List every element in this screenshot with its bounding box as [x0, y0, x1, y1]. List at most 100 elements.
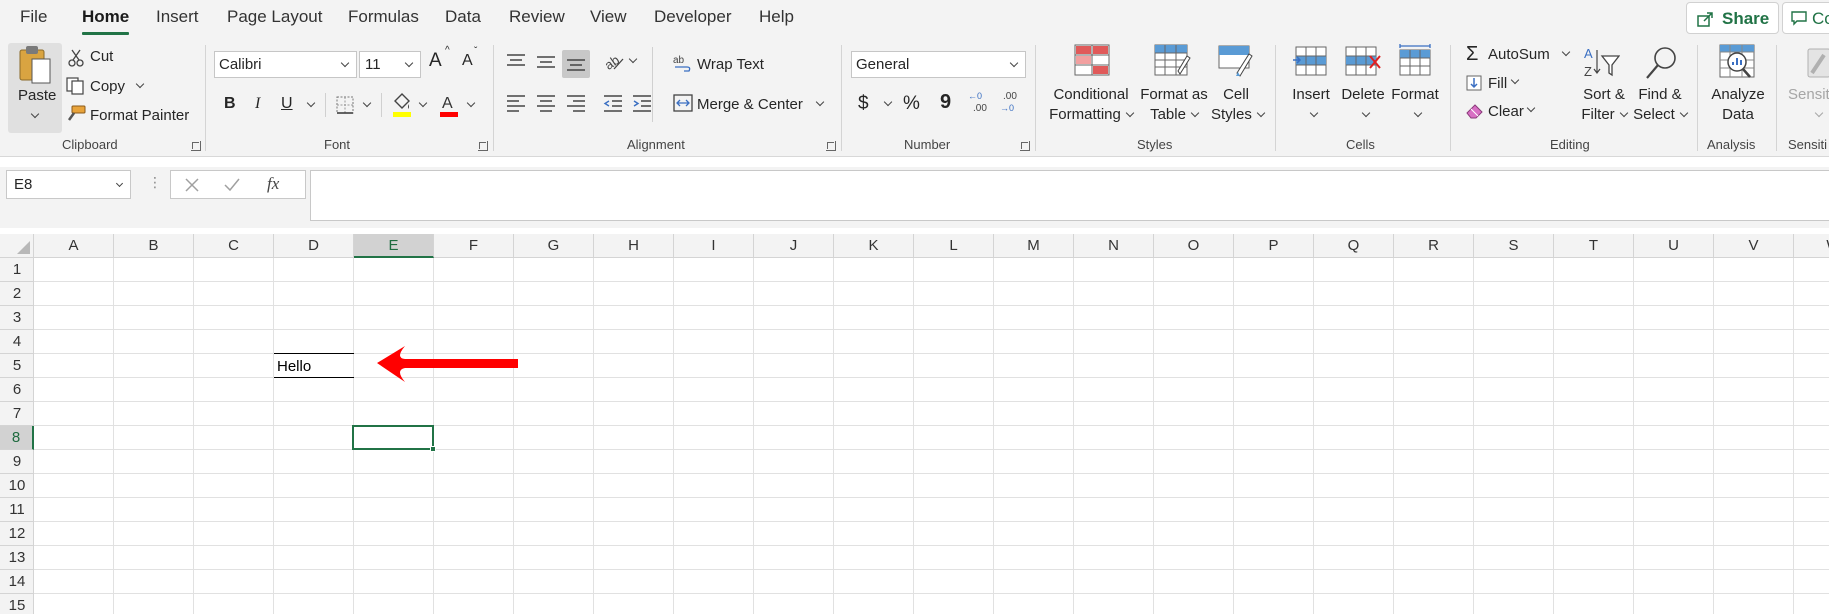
- clipboard-launcher-icon[interactable]: [191, 141, 201, 151]
- align-left-icon[interactable]: [505, 93, 527, 113]
- column-header-m[interactable]: M: [994, 234, 1074, 258]
- fill-button[interactable]: Fill: [1488, 75, 1507, 92]
- column-header-u[interactable]: U: [1634, 234, 1714, 258]
- merge-center-button[interactable]: Merge & Center: [697, 96, 803, 113]
- tab-home[interactable]: Home: [82, 7, 129, 27]
- merge-center-dropdown[interactable]: [815, 97, 825, 107]
- format-painter-button[interactable]: Format Painter: [90, 107, 189, 124]
- enter-icon[interactable]: [223, 177, 241, 193]
- column-header-k[interactable]: K: [834, 234, 914, 258]
- more-options-icon[interactable]: ⋮: [148, 174, 162, 191]
- cell-d5[interactable]: Hello: [277, 358, 311, 375]
- column-header-e[interactable]: E: [354, 234, 434, 258]
- cell-styles-button[interactable]: Cell Styles: [1211, 85, 1266, 125]
- increase-font-size-button[interactable]: A: [429, 50, 442, 72]
- column-header-t[interactable]: T: [1554, 234, 1634, 258]
- row-header-13[interactable]: 13: [0, 546, 34, 570]
- middle-align-icon[interactable]: [535, 52, 557, 72]
- row-header-12[interactable]: 12: [0, 522, 34, 546]
- borders-dropdown[interactable]: [362, 98, 372, 108]
- find-select-button[interactable]: Find & Select: [1632, 85, 1689, 125]
- orientation-dropdown[interactable]: [628, 54, 638, 64]
- font-launcher-icon[interactable]: [478, 141, 488, 151]
- italic-button[interactable]: I: [255, 95, 260, 113]
- decrease-indent-icon[interactable]: [602, 93, 624, 113]
- borders-icon[interactable]: [335, 95, 355, 115]
- copy-dropdown[interactable]: [135, 79, 145, 89]
- tab-formulas[interactable]: Formulas: [348, 7, 419, 27]
- cut-button[interactable]: Cut: [90, 48, 113, 65]
- tab-help[interactable]: Help: [759, 7, 794, 27]
- row-header-15[interactable]: 15: [0, 594, 34, 614]
- tab-insert[interactable]: Insert: [156, 7, 199, 27]
- formula-input[interactable]: [310, 170, 1829, 221]
- tab-data[interactable]: Data: [445, 7, 481, 27]
- percent-button[interactable]: %: [903, 93, 920, 115]
- column-header-h[interactable]: H: [594, 234, 674, 258]
- worksheet-grid[interactable]: [0, 234, 1829, 614]
- row-header-14[interactable]: 14: [0, 570, 34, 594]
- bold-button[interactable]: B: [224, 95, 236, 113]
- column-header-p[interactable]: P: [1234, 234, 1314, 258]
- number-format-select[interactable]: General: [851, 51, 1026, 78]
- column-header-d[interactable]: D: [274, 234, 354, 258]
- copy-button[interactable]: Copy: [90, 78, 125, 95]
- currency-button[interactable]: $: [858, 93, 869, 115]
- column-header-w[interactable]: W: [1794, 234, 1829, 258]
- column-header-s[interactable]: S: [1474, 234, 1554, 258]
- align-center-icon[interactable]: [535, 93, 557, 113]
- underline-dropdown[interactable]: [306, 98, 316, 108]
- share-button[interactable]: Share: [1686, 2, 1779, 34]
- row-header-7[interactable]: 7: [0, 402, 34, 426]
- column-header-v[interactable]: V: [1714, 234, 1794, 258]
- sort-filter-button[interactable]: Sort & Filter: [1580, 85, 1628, 125]
- column-header-q[interactable]: Q: [1314, 234, 1394, 258]
- number-launcher-icon[interactable]: [1020, 141, 1030, 151]
- analyze-data-button[interactable]: Analyze Data: [1707, 85, 1769, 125]
- fill-color-dropdown[interactable]: [418, 98, 428, 108]
- format-cells-button[interactable]: Format: [1389, 85, 1441, 125]
- row-header-10[interactable]: 10: [0, 474, 34, 498]
- fill-color-icon[interactable]: [391, 92, 413, 118]
- column-header-j[interactable]: J: [754, 234, 834, 258]
- row-header-5[interactable]: 5: [0, 354, 34, 378]
- fill-handle[interactable]: [430, 446, 436, 452]
- decrease-font-size-button[interactable]: A: [462, 52, 473, 70]
- fill-dropdown[interactable]: [1510, 75, 1520, 85]
- top-align-icon[interactable]: [505, 52, 527, 72]
- column-header-a[interactable]: A: [34, 234, 114, 258]
- comma-style-button[interactable]: 9: [940, 91, 951, 114]
- tab-developer[interactable]: Developer: [654, 7, 732, 27]
- row-header-2[interactable]: 2: [0, 282, 34, 306]
- comments-button[interactable]: Co: [1782, 2, 1829, 34]
- font-size-select[interactable]: 11: [359, 51, 421, 78]
- select-all-button[interactable]: [0, 234, 34, 258]
- column-header-g[interactable]: G: [514, 234, 594, 258]
- format-as-table-button[interactable]: Format as Table: [1137, 85, 1211, 125]
- column-header-c[interactable]: C: [194, 234, 274, 258]
- increase-indent-icon[interactable]: [631, 93, 653, 113]
- autosum-dropdown[interactable]: [1561, 47, 1571, 57]
- alignment-launcher-icon[interactable]: [826, 141, 836, 151]
- cancel-icon[interactable]: [184, 177, 200, 193]
- delete-cells-button[interactable]: Delete: [1337, 85, 1389, 125]
- active-cell-e8[interactable]: [352, 425, 434, 450]
- column-header-r[interactable]: R: [1394, 234, 1474, 258]
- tab-page-layout[interactable]: Page Layout: [227, 7, 322, 27]
- clear-dropdown[interactable]: [1526, 103, 1536, 113]
- font-name-select[interactable]: Calibri: [214, 51, 357, 78]
- column-header-o[interactable]: O: [1154, 234, 1234, 258]
- column-header-l[interactable]: L: [914, 234, 994, 258]
- tab-review[interactable]: Review: [509, 7, 565, 27]
- clear-button[interactable]: Clear: [1488, 103, 1524, 120]
- column-header-i[interactable]: I: [674, 234, 754, 258]
- align-right-icon[interactable]: [565, 93, 587, 113]
- font-color-dropdown[interactable]: [466, 98, 476, 108]
- row-header-9[interactable]: 9: [0, 450, 34, 474]
- row-header-3[interactable]: 3: [0, 306, 34, 330]
- insert-function-button[interactable]: fx: [267, 174, 279, 194]
- row-header-11[interactable]: 11: [0, 498, 34, 522]
- sensitivity-button[interactable]: Sensiti: [1788, 85, 1829, 125]
- row-header-4[interactable]: 4: [0, 330, 34, 354]
- conditional-formatting-button[interactable]: Conditional Formatting: [1045, 85, 1137, 125]
